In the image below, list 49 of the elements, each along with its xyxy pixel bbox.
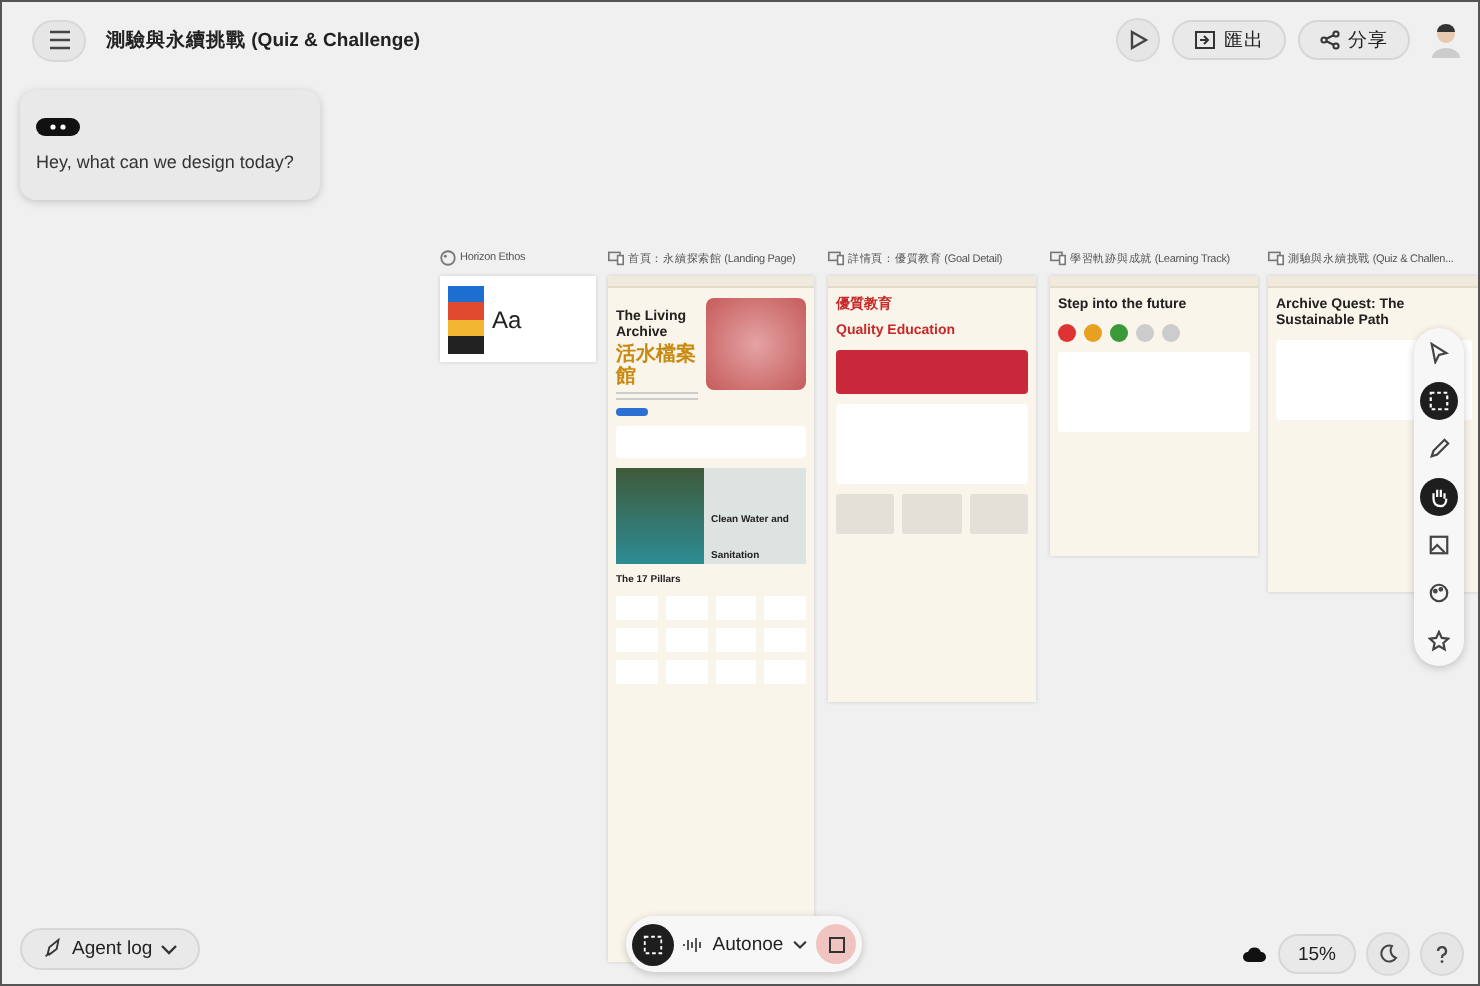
play-button[interactable] <box>1116 18 1160 62</box>
share-button[interactable]: 分享 <box>1298 20 1410 60</box>
share-icon <box>1320 30 1340 50</box>
design-frame[interactable]: Aa <box>440 276 596 362</box>
moon-icon <box>1378 944 1398 964</box>
star-icon <box>1428 630 1450 653</box>
pencil-icon <box>1428 437 1450 460</box>
help-button[interactable] <box>1420 932 1464 976</box>
selection-icon <box>642 933 664 955</box>
color-swatches <box>448 285 484 353</box>
chevron-down-icon <box>791 939 808 949</box>
chat-prompt: Hey, what can we design today? <box>36 152 294 172</box>
selection-button[interactable] <box>632 923 674 965</box>
devices-icon <box>1268 250 1284 266</box>
cloud-icon[interactable] <box>1241 945 1268 963</box>
stop-button[interactable] <box>816 924 856 964</box>
menu-icon <box>47 30 71 50</box>
menu-button[interactable] <box>32 19 86 61</box>
select-tool[interactable] <box>1420 381 1458 420</box>
project-title: 測驗與永續挑戰 (Quiz & Challenge) <box>106 27 421 53</box>
selection-icon <box>1428 389 1450 412</box>
badge-row <box>1058 324 1180 343</box>
devices-icon <box>608 250 624 266</box>
frame-subheading: 活水檔案館 <box>616 344 698 389</box>
mini-button <box>616 408 648 417</box>
hand-tool[interactable] <box>1420 477 1458 516</box>
zoom-level-button[interactable]: 15% <box>1277 934 1356 974</box>
devices-icon <box>828 250 844 266</box>
export-button[interactable]: 匯出 <box>1172 20 1286 60</box>
waveform-icon <box>682 935 705 953</box>
type-sample: Aa <box>492 305 522 333</box>
dark-mode-button[interactable] <box>1366 932 1410 976</box>
pointer-icon <box>1428 341 1450 364</box>
hand-icon <box>1428 485 1450 508</box>
palette-icon <box>1428 582 1450 605</box>
photo-placeholder <box>616 468 703 565</box>
avatar-silhouette[interactable] <box>1430 22 1462 58</box>
globe-image <box>706 298 806 390</box>
stop-icon <box>827 935 845 953</box>
devices-icon <box>1050 250 1066 266</box>
voice-selector[interactable]: Autonoe <box>682 933 808 955</box>
agent-log-button[interactable]: Agent log <box>20 928 201 970</box>
image-icon <box>1428 534 1450 557</box>
export-icon <box>1194 30 1216 50</box>
palette-icon <box>440 250 456 266</box>
chevron-down-icon <box>160 943 179 955</box>
play-icon <box>1128 30 1148 50</box>
help-icon <box>1432 944 1452 964</box>
agent-logo-icon <box>36 118 80 136</box>
